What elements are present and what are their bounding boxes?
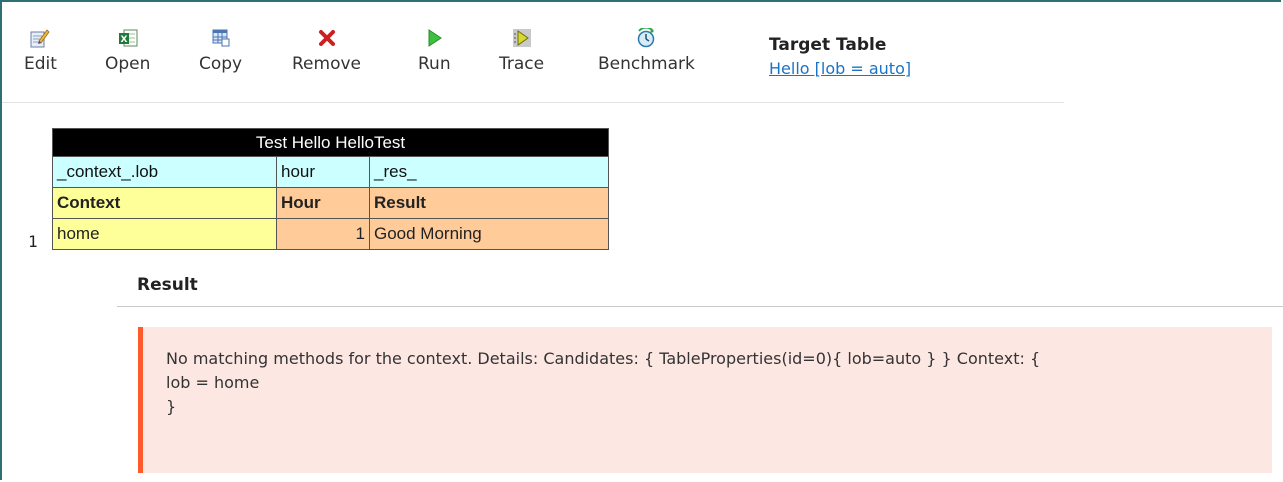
column-header-result: Result [369,187,609,219]
error-line: No matching methods for the context. Det… [166,349,1041,368]
remove-button[interactable]: Remove [292,28,361,74]
row-number: 1 [28,232,38,251]
benchmark-label: Benchmark [598,54,695,74]
trace-label: Trace [499,54,545,74]
result-divider [117,306,1283,307]
cell-context[interactable]: home [52,218,277,250]
target-table: Target Table Hello [lob = auto] [769,35,911,78]
trace-icon [512,28,532,48]
error-line: } [166,397,177,416]
cell-hour[interactable]: 1 [276,218,370,250]
edit-label: Edit [24,54,57,74]
open-label: Open [105,54,151,74]
target-table-title: Target Table [769,35,887,55]
toolbar: Edit X Open Copy Remove Run Trace Benchm… [2,2,1064,103]
column-header-hour: Hour [276,187,370,219]
error-line: lob = home [166,373,260,392]
tech-column-row: _context_.lob hour _res_ [52,156,609,188]
benchmark-icon [636,26,656,48]
table-copy-icon [211,28,231,48]
remove-label: Remove [292,54,361,74]
tech-column-result: _res_ [369,156,609,188]
remove-icon [317,28,337,48]
column-header-context: Context [52,187,277,219]
play-icon [424,28,444,48]
run-button[interactable]: Run [418,28,451,74]
excel-icon: X [118,28,138,48]
result-title: Result [137,275,198,295]
run-label: Run [418,54,451,74]
test-table: Test Hello HelloTest _context_.lob hour … [52,128,609,250]
target-table-link[interactable]: Hello [lob = auto] [769,59,911,78]
error-message-box: No matching methods for the context. Det… [138,327,1272,473]
edit-button[interactable]: Edit [24,28,57,74]
tech-column-context: _context_.lob [52,156,277,188]
svg-text:X: X [120,35,127,45]
table-row: home 1 Good Morning [52,218,609,250]
copy-button[interactable]: Copy [199,28,242,74]
benchmark-button[interactable]: Benchmark [598,26,695,74]
tech-column-hour: hour [276,156,370,188]
cell-result[interactable]: Good Morning [369,218,609,250]
trace-button[interactable]: Trace [499,28,544,74]
copy-label: Copy [199,54,243,74]
open-button[interactable]: X Open [105,28,150,74]
display-column-row: Context Hour Result [52,187,609,219]
edit-icon [30,28,50,48]
test-table-header: Test Hello HelloTest [52,128,609,157]
